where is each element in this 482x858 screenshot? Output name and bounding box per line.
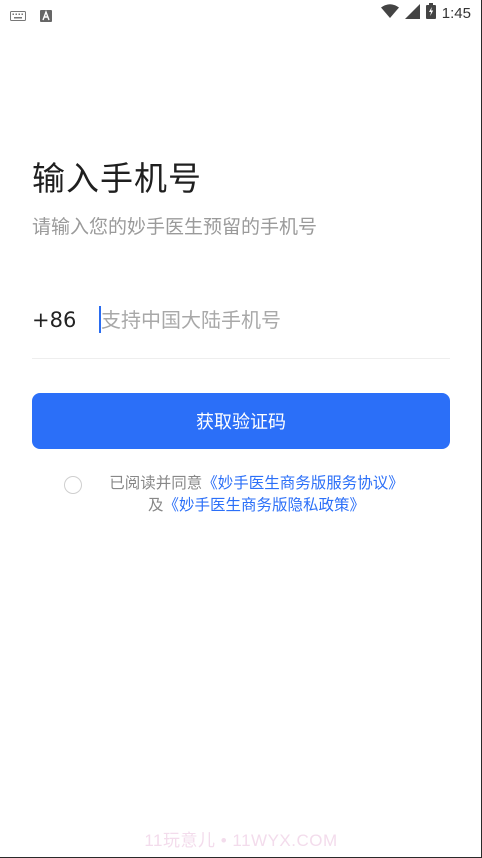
phone-number-input[interactable]	[101, 304, 441, 336]
battery-icon	[425, 3, 436, 23]
signal-icon	[404, 3, 420, 23]
status-bar-left	[10, 7, 52, 26]
wifi-icon	[380, 3, 399, 23]
agreement-prefix: 已阅读并同意	[109, 474, 203, 492]
status-bar: 1:45	[0, 0, 481, 28]
privacy-policy-link[interactable]: 《妙手医生商务版隐私政策》	[164, 496, 366, 514]
agreement-text: 已阅读并同意《妙手医生商务版服务协议》及《妙手医生商务版隐私政策》	[104, 472, 409, 516]
agreement-checkbox[interactable]	[64, 476, 82, 494]
status-bar-right: 1:45	[380, 3, 471, 23]
page-subtitle: 请输入您的妙手医生预留的手机号	[32, 216, 318, 238]
status-time: 1:45	[441, 4, 471, 22]
agreement-row: 已阅读并同意《妙手医生商务版服务协议》及《妙手医生商务版隐私政策》	[64, 472, 424, 520]
phone-input-row: +86	[32, 296, 450, 359]
country-code[interactable]: +86	[32, 306, 76, 334]
keyboard-icon	[10, 7, 26, 26]
agreement-conjunction: 及	[147, 496, 164, 514]
service-agreement-link[interactable]: 《妙手医生商务版服务协议》	[202, 474, 404, 492]
text-notification-icon	[40, 7, 52, 26]
page-title: 输入手机号	[32, 159, 202, 198]
login-screen: 1:45 输入手机号 请输入您的妙手医生预留的手机号 +86 获取验证码 已阅读…	[0, 0, 482, 858]
watermark: 11玩意儿 • 11WYX.COM	[144, 831, 338, 850]
get-verification-code-button[interactable]: 获取验证码	[32, 393, 450, 449]
